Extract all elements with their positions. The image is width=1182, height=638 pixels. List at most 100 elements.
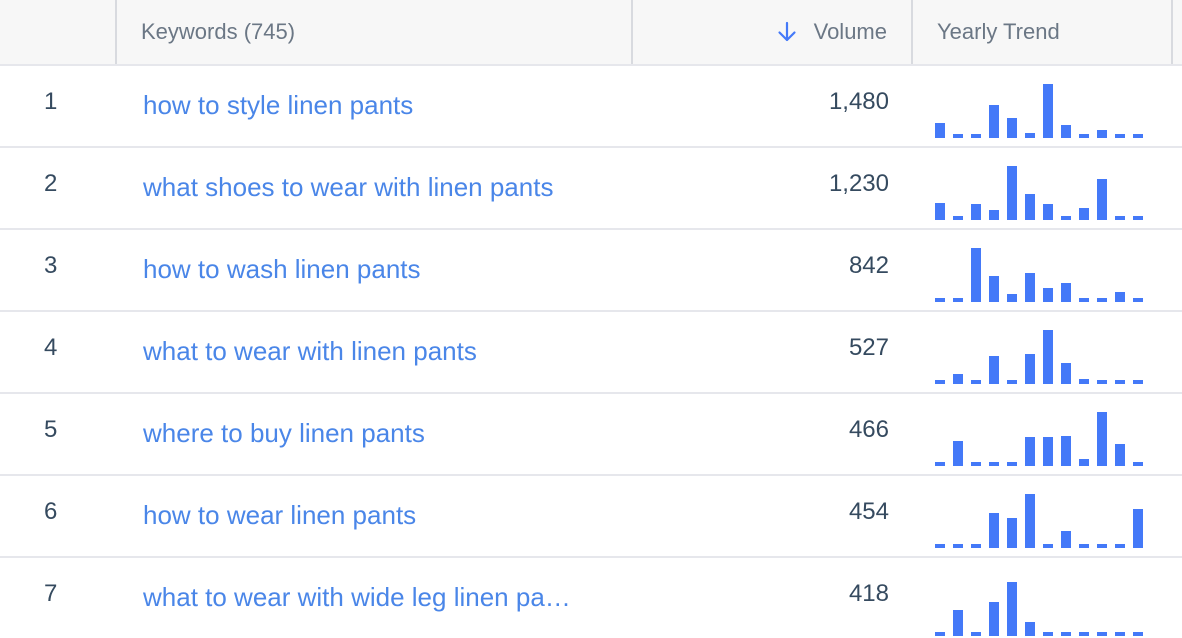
trend-bar	[1133, 632, 1143, 636]
trend-cell	[913, 394, 1173, 474]
table-row: 1 how to style linen pants 1,480	[0, 66, 1182, 148]
trend-bar	[1043, 204, 1053, 220]
trend-bar	[1061, 363, 1071, 384]
trend-bar	[989, 462, 999, 466]
row-index: 1	[44, 88, 58, 115]
volume-value: 418	[848, 580, 889, 607]
trend-cell	[913, 148, 1173, 228]
trend-sparkline	[935, 580, 1151, 636]
trend-bar	[1115, 380, 1125, 384]
keyword-link[interactable]: how to style linen pants	[117, 66, 633, 146]
trend-bar	[1043, 288, 1053, 302]
arrow-down-icon	[776, 21, 798, 43]
row-index: 2	[44, 170, 58, 197]
trend-bar	[1043, 330, 1053, 384]
trend-bar	[989, 513, 999, 548]
trend-sparkline	[935, 492, 1151, 548]
trend-bar	[1097, 412, 1107, 466]
keyword-link[interactable]: how to wash linen pants	[117, 230, 633, 310]
header-yearly-trend: Yearly Trend	[913, 0, 1173, 64]
trend-bar	[1007, 118, 1017, 138]
trend-cell	[913, 476, 1173, 556]
trend-bar	[953, 610, 963, 636]
header-keywords[interactable]: Keywords (745)	[117, 0, 633, 64]
volume-value: 466	[848, 416, 889, 443]
keyword-link[interactable]: what to wear with wide leg linen pa…	[117, 558, 633, 638]
volume-value: 842	[848, 252, 889, 279]
trend-bar	[1115, 544, 1125, 548]
trend-bar	[1133, 216, 1143, 220]
trend-bar	[935, 203, 945, 220]
trend-bar	[1133, 509, 1143, 548]
trend-bar	[1097, 632, 1107, 636]
trend-bar	[1079, 134, 1089, 138]
trend-bar	[1097, 380, 1107, 384]
trend-bar	[1007, 380, 1017, 384]
trend-bar	[953, 441, 963, 466]
trend-bar	[971, 134, 981, 138]
trend-bar	[1115, 632, 1125, 636]
trend-bar	[1007, 166, 1017, 220]
trend-cell	[913, 230, 1173, 310]
trend-bar	[935, 632, 945, 636]
volume-value: 1,480	[828, 88, 889, 115]
trend-bar	[1025, 354, 1035, 384]
trend-bar	[971, 632, 981, 636]
trend-bar	[1097, 298, 1107, 302]
trend-cell	[913, 312, 1173, 392]
trend-bar	[1133, 380, 1143, 384]
trend-sparkline	[935, 164, 1151, 220]
trend-sparkline	[935, 82, 1151, 138]
trend-bar	[935, 380, 945, 384]
trend-bar	[1061, 125, 1071, 138]
keyword-link[interactable]: where to buy linen pants	[117, 394, 633, 474]
trend-bar	[1133, 134, 1143, 138]
trend-bar	[1025, 273, 1035, 302]
trend-bar	[1025, 622, 1035, 636]
trend-bar	[1025, 437, 1035, 466]
keyword-link[interactable]: what shoes to wear with linen pants	[117, 148, 633, 228]
header-volume[interactable]: Volume	[633, 0, 913, 64]
trend-bar	[989, 602, 999, 636]
trend-bar	[1079, 208, 1089, 220]
row-index: 6	[44, 498, 58, 525]
table-row: 4 what to wear with linen pants 527	[0, 312, 1182, 394]
row-index: 3	[44, 252, 58, 279]
trend-sparkline	[935, 410, 1151, 466]
trend-bar	[1115, 292, 1125, 302]
trend-bar	[989, 105, 999, 138]
trend-bar	[1043, 544, 1053, 548]
trend-bar	[971, 462, 981, 466]
trend-cell	[913, 558, 1173, 638]
keyword-link[interactable]: how to wear linen pants	[117, 476, 633, 556]
trend-bar	[935, 544, 945, 548]
header-keywords-label: Keywords (745)	[141, 19, 296, 44]
trend-bar	[1079, 459, 1089, 466]
volume-value: 454	[848, 498, 889, 525]
trend-bar	[935, 298, 945, 302]
volume-value: 1,230	[828, 170, 889, 197]
trend-bar	[953, 216, 963, 220]
trend-bar	[1061, 436, 1071, 466]
trend-bar	[1007, 462, 1017, 466]
trend-bar	[1097, 130, 1107, 138]
trend-bar	[1061, 531, 1071, 548]
header-trend-label: Yearly Trend	[937, 19, 1060, 44]
trend-bar	[1025, 194, 1035, 220]
trend-bar	[1079, 544, 1089, 548]
trend-bar	[989, 356, 999, 384]
trend-bar	[1061, 632, 1071, 636]
trend-bar	[1115, 216, 1125, 220]
table-row: 3 how to wash linen pants 842	[0, 230, 1182, 312]
trend-sparkline	[935, 246, 1151, 302]
keyword-link[interactable]: what to wear with linen pants	[117, 312, 633, 392]
trend-bar	[1043, 437, 1053, 466]
trend-bar	[1043, 632, 1053, 636]
trend-bar	[1061, 216, 1071, 220]
trend-bar	[971, 204, 981, 220]
table-row: 6 how to wear linen pants 454	[0, 476, 1182, 558]
row-index: 5	[44, 416, 58, 443]
trend-bar	[1007, 294, 1017, 302]
trend-bar	[953, 298, 963, 302]
trend-bar	[1025, 133, 1035, 138]
